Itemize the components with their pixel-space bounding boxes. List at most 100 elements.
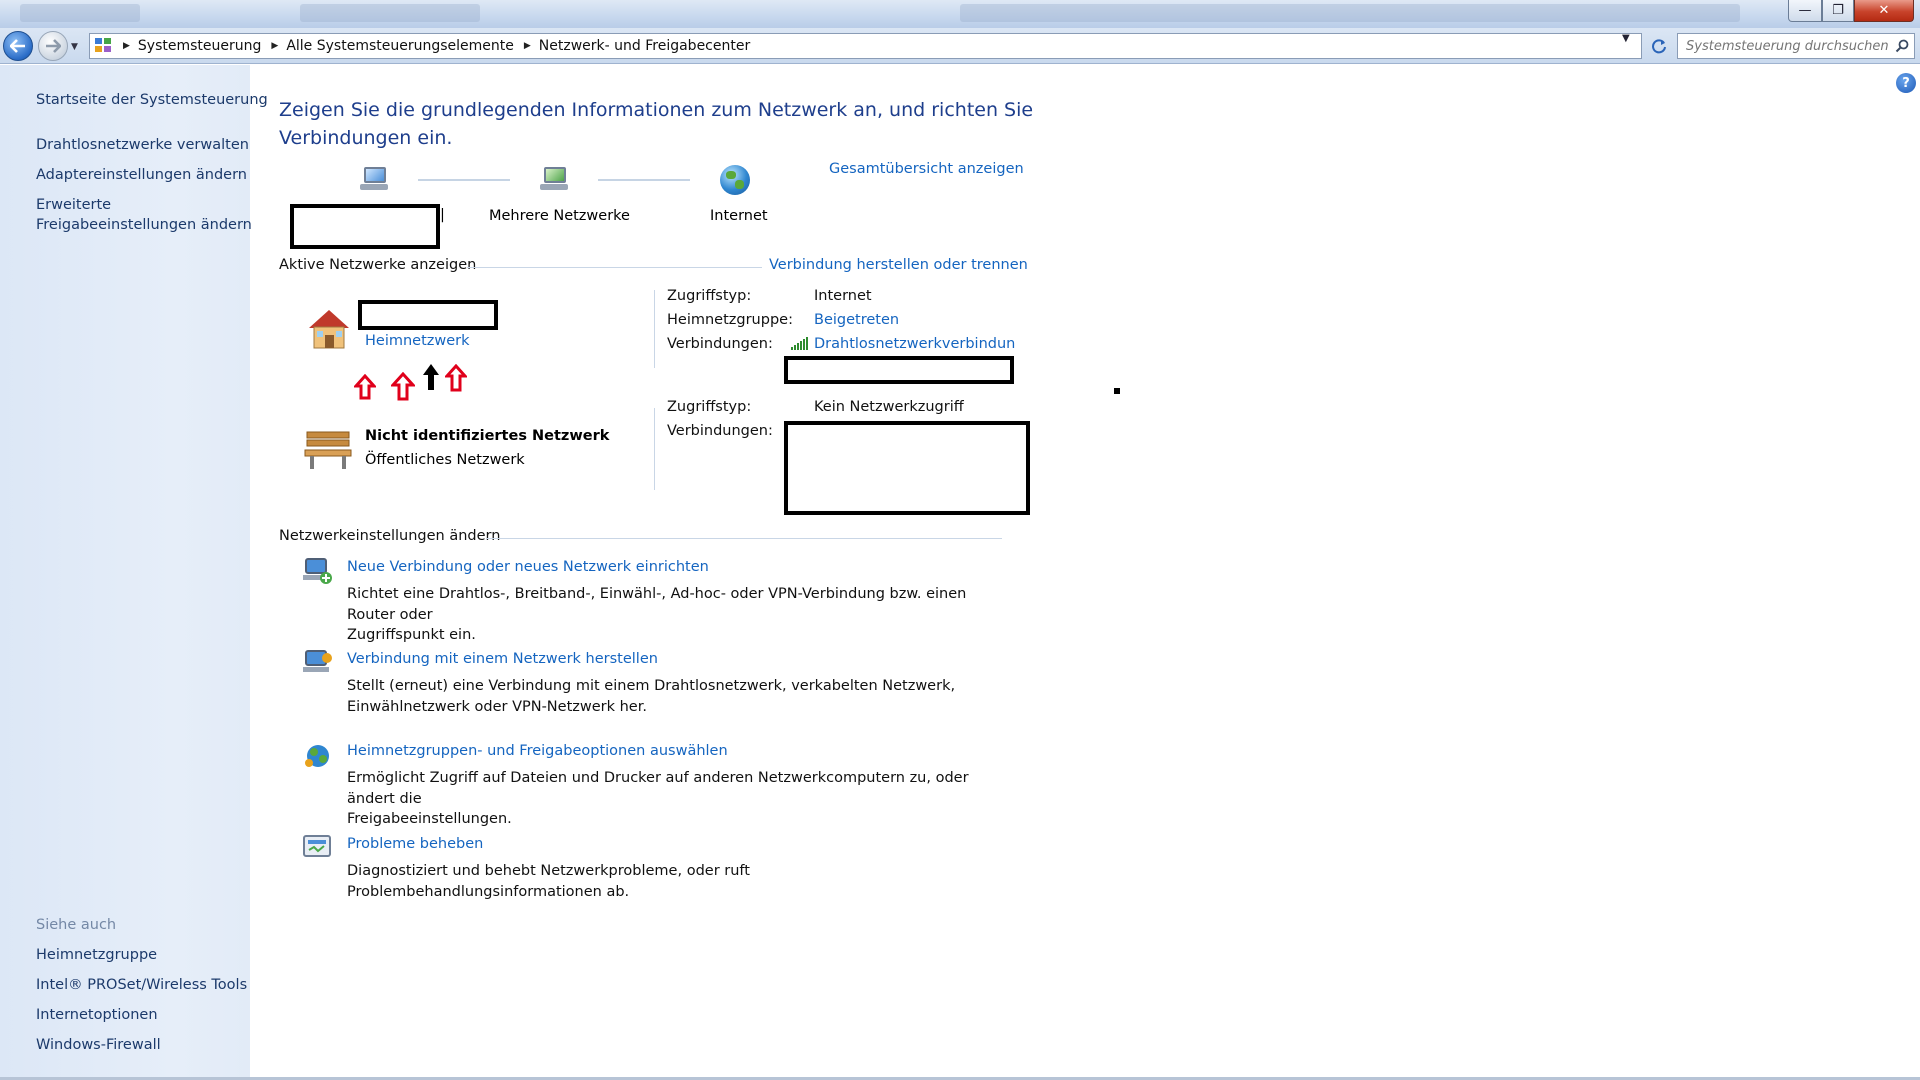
see-also-internet-options[interactable]: Internetoptionen [36, 1005, 158, 1025]
address-dropdown-icon[interactable]: ▼ [1622, 33, 1630, 44]
redacted-edge-mark: | [440, 207, 445, 223]
see-also-heading: Siehe auch [36, 917, 117, 933]
active-networks-heading: Aktive Netzwerke anzeigen [279, 257, 477, 273]
multiple-networks-icon[interactable] [538, 165, 570, 195]
new-connection-description: Richtet eine Drahtlos-, Breitband-, Einw… [347, 584, 1007, 646]
sidebar-advanced-sharing-line2[interactable]: Freigabeeinstellungen ändern [36, 215, 252, 235]
homegroup-sharing-link[interactable]: Heimnetzgruppen- und Freigabeoptionen au… [347, 743, 728, 759]
history-dropdown-icon[interactable]: ▼ [71, 42, 78, 52]
homegroup-sharing-icon [305, 745, 329, 767]
redacted-connection-name [784, 356, 1014, 384]
section-divider [486, 538, 1002, 539]
breadcrumb-control-panel[interactable]: Systemsteuerung [138, 38, 261, 54]
see-also-intel-proset[interactable]: Intel® PROSet/Wireless Tools [36, 975, 247, 995]
full-map-link[interactable]: Gesamtübersicht anzeigen [829, 161, 1024, 177]
search-box[interactable] [1677, 33, 1915, 59]
troubleshoot-description: Diagnostiziert und behebt Netzwerkproble… [347, 861, 1007, 902]
control-panel-icon [95, 38, 115, 54]
address-box[interactable]: ▶ Systemsteuerung ▶ Alle Systemsteuerung… [89, 33, 1642, 59]
close-button[interactable]: ✕ [1854, 0, 1914, 22]
description-line: Einwählnetzwerk oder VPN-Netzwerk her. [347, 698, 647, 715]
home-network-icon [309, 310, 349, 349]
description-line: Richtet eine Drahtlos-, Breitband-, Einw… [347, 586, 967, 623]
red-arrow-icon [354, 374, 376, 400]
computer-icon [358, 165, 390, 195]
unidentified-network-name: Nicht identifiziertes Netzwerk [365, 428, 610, 444]
sidebar-adapter-settings[interactable]: Adaptereinstellungen ändern [36, 165, 247, 185]
map-node-multiple-networks: Mehrere Netzwerke [489, 208, 630, 224]
breadcrumb-separator-icon[interactable]: ▶ [524, 41, 531, 51]
maximize-button[interactable]: ❐ [1822, 0, 1854, 22]
redacted-network-name [358, 300, 498, 330]
page-title: Zeigen Sie die grundlegenden Information… [279, 99, 1034, 149]
sidebar: Startseite der Systemsteuerung Drahtlosn… [0, 65, 268, 1080]
description-line: Stellt (erneut) eine Verbindung mit eine… [347, 678, 956, 694]
minimize-icon: — [1798, 3, 1812, 18]
homegroup-value-link[interactable]: Beigetreten [814, 312, 899, 328]
sidebar-manage-wireless[interactable]: Drahtlosnetzwerke verwalten [36, 135, 249, 155]
connect-network-description: Stellt (erneut) eine Verbindung mit eine… [347, 676, 1007, 717]
redacted-computer-name [290, 204, 440, 249]
help-icon: ? [1902, 75, 1910, 91]
connect-network-link[interactable]: Verbindung mit einem Netzwerk herstellen [347, 651, 658, 667]
sidebar-advanced-sharing[interactable]: Erweiterte [36, 195, 111, 215]
title-bar: — ❐ ✕ [0, 0, 1920, 28]
title-bar-blur [300, 4, 480, 22]
homegroup-sharing-description: Ermöglicht Zugriff auf Dateien und Druck… [347, 768, 1007, 830]
troubleshoot-icon [303, 835, 331, 857]
map-connection-line [598, 179, 690, 181]
description-line: Ermöglicht Zugriff auf Dateien und Druck… [347, 770, 969, 807]
public-network-type: Öffentliches Netzwerk [365, 452, 525, 468]
description-line: Zugriffspunkt ein. [347, 627, 476, 643]
new-connection-link[interactable]: Neue Verbindung oder neues Netzwerk einr… [347, 559, 709, 575]
see-also-homegroup[interactable]: Heimnetzgruppe [36, 945, 157, 965]
home-network-type-link[interactable]: Heimnetzwerk [365, 333, 470, 349]
access-type-label: Zugriffstyp: [667, 399, 752, 415]
title-bar-blur [960, 4, 1740, 22]
close-icon: ✕ [1878, 3, 1890, 18]
connect-disconnect-link[interactable]: Verbindung herstellen oder trennen [769, 257, 1028, 273]
search-icon[interactable] [1895, 39, 1909, 53]
internet-globe-icon[interactable] [720, 165, 750, 195]
black-arrow-icon [423, 364, 439, 390]
connections-label: Verbindungen: [667, 336, 773, 352]
forward-button[interactable] [38, 31, 68, 61]
breadcrumb-separator-icon[interactable]: ▶ [271, 41, 278, 51]
breadcrumb-separator-icon[interactable]: ▶ [123, 41, 130, 51]
refresh-button[interactable] [1646, 33, 1672, 59]
help-button[interactable]: ? [1896, 73, 1916, 93]
stray-dot [1114, 388, 1120, 394]
network-detail-divider [654, 408, 655, 490]
forward-arrow-icon [46, 39, 61, 53]
section-divider [467, 267, 762, 268]
refresh-icon [1652, 39, 1666, 54]
access-type-label: Zugriffstyp: [667, 288, 752, 304]
wireless-connection-link[interactable]: Drahtlosnetzwerkverbindun [814, 336, 1015, 352]
connect-network-icon [303, 650, 332, 672]
see-also-firewall[interactable]: Windows-Firewall [36, 1035, 161, 1055]
breadcrumb-all-items[interactable]: Alle Systemsteuerungselemente [286, 38, 514, 54]
minimize-button[interactable]: — [1788, 0, 1822, 22]
homegroup-label: Heimnetzgruppe: [667, 312, 793, 328]
map-connection-line [418, 179, 510, 181]
back-button[interactable] [3, 31, 33, 61]
search-input[interactable] [1686, 38, 1891, 54]
change-settings-heading: Netzwerkeinstellungen ändern [279, 528, 501, 544]
description-line: Diagnostiziert und behebt Netzwerkproble… [347, 863, 750, 900]
description-line: Freigabeeinstellungen. [347, 811, 512, 827]
public-network-bench-icon [304, 431, 352, 469]
sidebar-home-link[interactable]: Startseite der Systemsteuerung [36, 90, 268, 110]
connections-label: Verbindungen: [667, 423, 773, 439]
navigation-bar: ▼ ▶ Systemsteuerung ▶ Alle Systemsteueru… [0, 28, 1920, 64]
title-bar-blur [20, 4, 140, 22]
map-node-internet: Internet [710, 208, 768, 224]
breadcrumb-network-center[interactable]: Netzwerk- und Freigabecenter [539, 38, 750, 54]
access-type-value: Kein Netzwerkzugriff [814, 399, 964, 415]
access-type-value: Internet [814, 288, 872, 304]
redacted-connection-list [784, 421, 1030, 515]
wifi-signal-icon [791, 337, 808, 350]
red-arrow-icon [391, 372, 415, 401]
troubleshoot-link[interactable]: Probleme beheben [347, 836, 483, 852]
new-connection-icon [303, 558, 332, 584]
network-detail-divider [654, 290, 655, 368]
